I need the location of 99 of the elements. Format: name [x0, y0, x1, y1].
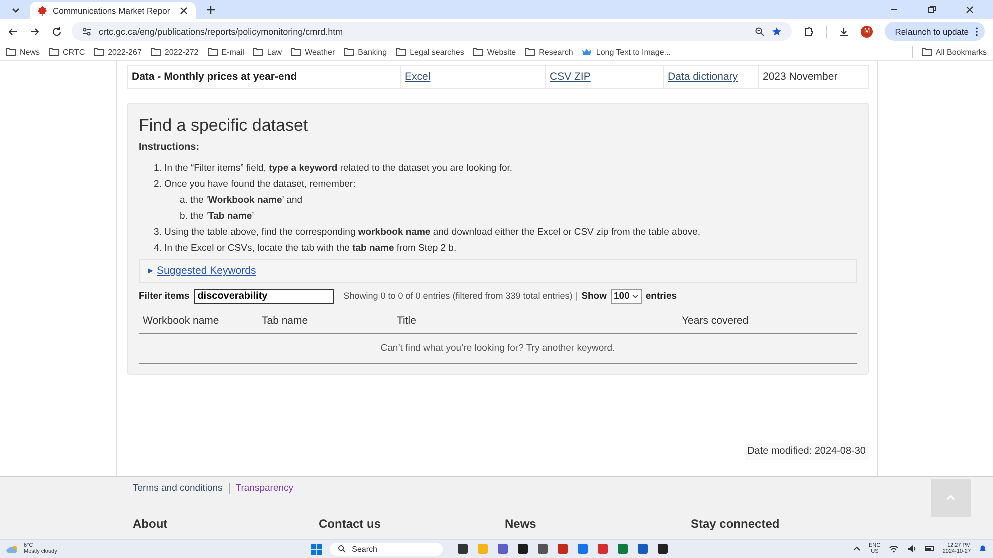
instruction-step: 3. Using the table above, find the corresponding workbook name and download either the Excel or CSV zip from the table above.	[154, 225, 857, 241]
instructions-label: Instructions:	[139, 142, 201, 153]
excel-link[interactable]: Excel	[405, 71, 431, 83]
search-icon	[338, 545, 346, 553]
app-tile-icon[interactable]	[557, 543, 570, 555]
column-header: Title	[397, 315, 418, 327]
instruction-substep: b. the ‘Tab name’	[179, 210, 256, 224]
bookmark[interactable]: 2022-267	[94, 47, 142, 57]
folder-icon	[253, 47, 264, 57]
folder-icon	[6, 47, 16, 57]
folder-icon	[150, 47, 161, 57]
star-icon[interactable]	[772, 26, 782, 36]
bookmark[interactable]: 2022-272	[150, 47, 199, 57]
footer-heading: Stay connected	[691, 517, 781, 531]
relaunch-button[interactable]: Relaunch to update	[885, 22, 985, 41]
footer-heading: About	[133, 517, 169, 531]
forward-icon[interactable]	[30, 26, 40, 36]
bookmark[interactable]: Long Text to Image...	[582, 47, 671, 57]
new-tab-icon[interactable]	[206, 4, 216, 14]
table-cell-text: 2023 November	[762, 70, 839, 85]
maple-leaf-icon	[38, 6, 48, 16]
folder-icon	[473, 47, 484, 57]
bookmark[interactable]: News	[6, 47, 40, 57]
section-heading: Find a specific dataset	[139, 116, 310, 136]
close-icon[interactable]	[965, 4, 975, 14]
page-size-select[interactable]: 100	[611, 288, 642, 304]
column-header: Tab name	[262, 315, 310, 327]
app-tile-icon[interactable]	[517, 543, 530, 555]
app-tile-icon[interactable]	[617, 543, 630, 555]
folder-icon	[344, 47, 354, 57]
folder-icon	[208, 47, 218, 57]
empty-message: Can’t find what you’re looking for? Try another keyword.	[380, 343, 616, 354]
bookmark[interactable]: E-mail	[208, 47, 244, 57]
filter-label: Filter items	[139, 290, 190, 302]
app-tile-icon[interactable]	[597, 543, 610, 555]
filter-field[interactable]: discoverability	[194, 288, 334, 304]
footer-heading: News	[505, 517, 538, 531]
app-tile-icon[interactable]	[577, 543, 590, 555]
taskbar-search[interactable]: Search	[330, 542, 444, 556]
bookmark[interactable]: Law	[253, 47, 282, 57]
tab-list-icon[interactable]	[12, 6, 20, 14]
instruction-substep: a. the ‘Workbook name’ and	[179, 194, 304, 208]
extensions-icon[interactable]	[804, 26, 814, 36]
app-tile-icon[interactable]	[497, 543, 510, 555]
entries-summary: Showing 0 to 0 of 0 entries (filtered from 339 total entries) |	[344, 291, 578, 301]
back-icon[interactable]	[8, 26, 18, 36]
table-cell: Data - Monthly prices at year-end	[128, 66, 401, 88]
battery-icon[interactable]	[924, 544, 935, 554]
suggested-keywords-link[interactable]: Suggested Keywords	[157, 265, 256, 277]
more-icon[interactable]	[975, 26, 979, 36]
chevron-up-icon[interactable]	[852, 545, 861, 553]
speaker-icon[interactable]	[906, 544, 917, 554]
instruction-step: 4. In the Excel or CSVs, locate the tab with the tab name from Step 2 b.	[154, 241, 857, 257]
app-tile-icon[interactable]	[637, 543, 650, 555]
folder-icon	[49, 47, 60, 57]
bookmark[interactable]: Weather	[291, 47, 336, 57]
zoom-icon[interactable]	[755, 26, 766, 36]
tab-title: Communications Market Repor	[53, 6, 172, 16]
bookmark[interactable]: Legal searches	[396, 47, 464, 57]
reload-icon[interactable]	[52, 26, 62, 36]
app-tile-icon[interactable]	[657, 543, 670, 555]
bell-icon[interactable]	[979, 545, 988, 553]
bookmark[interactable]: Research	[525, 47, 574, 57]
crown-icon	[582, 47, 592, 57]
folder-icon	[94, 47, 104, 57]
csv-link[interactable]: CSV ZIP	[550, 71, 591, 83]
footer-heading: Contact us	[319, 517, 382, 531]
app-tile-icon[interactable]	[537, 543, 550, 555]
show-label: Show	[582, 290, 607, 302]
site-settings-icon[interactable]	[82, 26, 92, 36]
folder-icon	[396, 47, 406, 57]
chevron-down-icon	[632, 294, 639, 298]
folder-icon	[525, 47, 536, 57]
column-header: Years covered	[682, 315, 750, 327]
all-bookmarks[interactable]: All Bookmarks	[922, 47, 987, 57]
start-icon[interactable]	[311, 544, 322, 554]
instruction-step: 2. Once you have found the dataset, remember:	[154, 177, 857, 193]
address-bar[interactable]: crtc.gc.ca/eng/publications/reports/policymonitoring/cmrd.htm	[72, 22, 792, 41]
bookmark[interactable]: CRTC	[49, 47, 86, 57]
footer-link[interactable]: Terms and conditions	[133, 483, 229, 494]
app-tile-icon[interactable]	[477, 543, 490, 555]
date-modified: Date modified: 2024-08-30	[744, 443, 869, 460]
footer-link[interactable]: Transparency	[228, 483, 300, 494]
browser-tab[interactable]: Communications Market Repor	[30, 2, 196, 19]
download-icon[interactable]	[839, 26, 850, 36]
bookmark[interactable]: Banking	[344, 47, 388, 57]
wifi-icon[interactable]	[888, 544, 899, 554]
column-header: Workbook name	[143, 315, 220, 327]
entries-label: entries	[646, 290, 678, 302]
data-dictionary-link[interactable]: Data dictionary	[668, 71, 738, 83]
url-text: crtc.gc.ca/eng/publications/reports/policymonitoring/cmrd.htm	[99, 26, 344, 36]
folder-icon	[291, 47, 302, 57]
close-icon[interactable]	[180, 6, 188, 14]
restore-icon[interactable]	[927, 4, 937, 14]
instruction-step: 1. In the “Filter items” field, type a keyword related to the dataset you are looking for.	[154, 161, 857, 177]
bookmark[interactable]: Website	[473, 47, 516, 57]
app-tile-icon[interactable]	[457, 543, 470, 555]
folder-icon	[922, 47, 932, 57]
cloud-icon	[6, 544, 20, 554]
